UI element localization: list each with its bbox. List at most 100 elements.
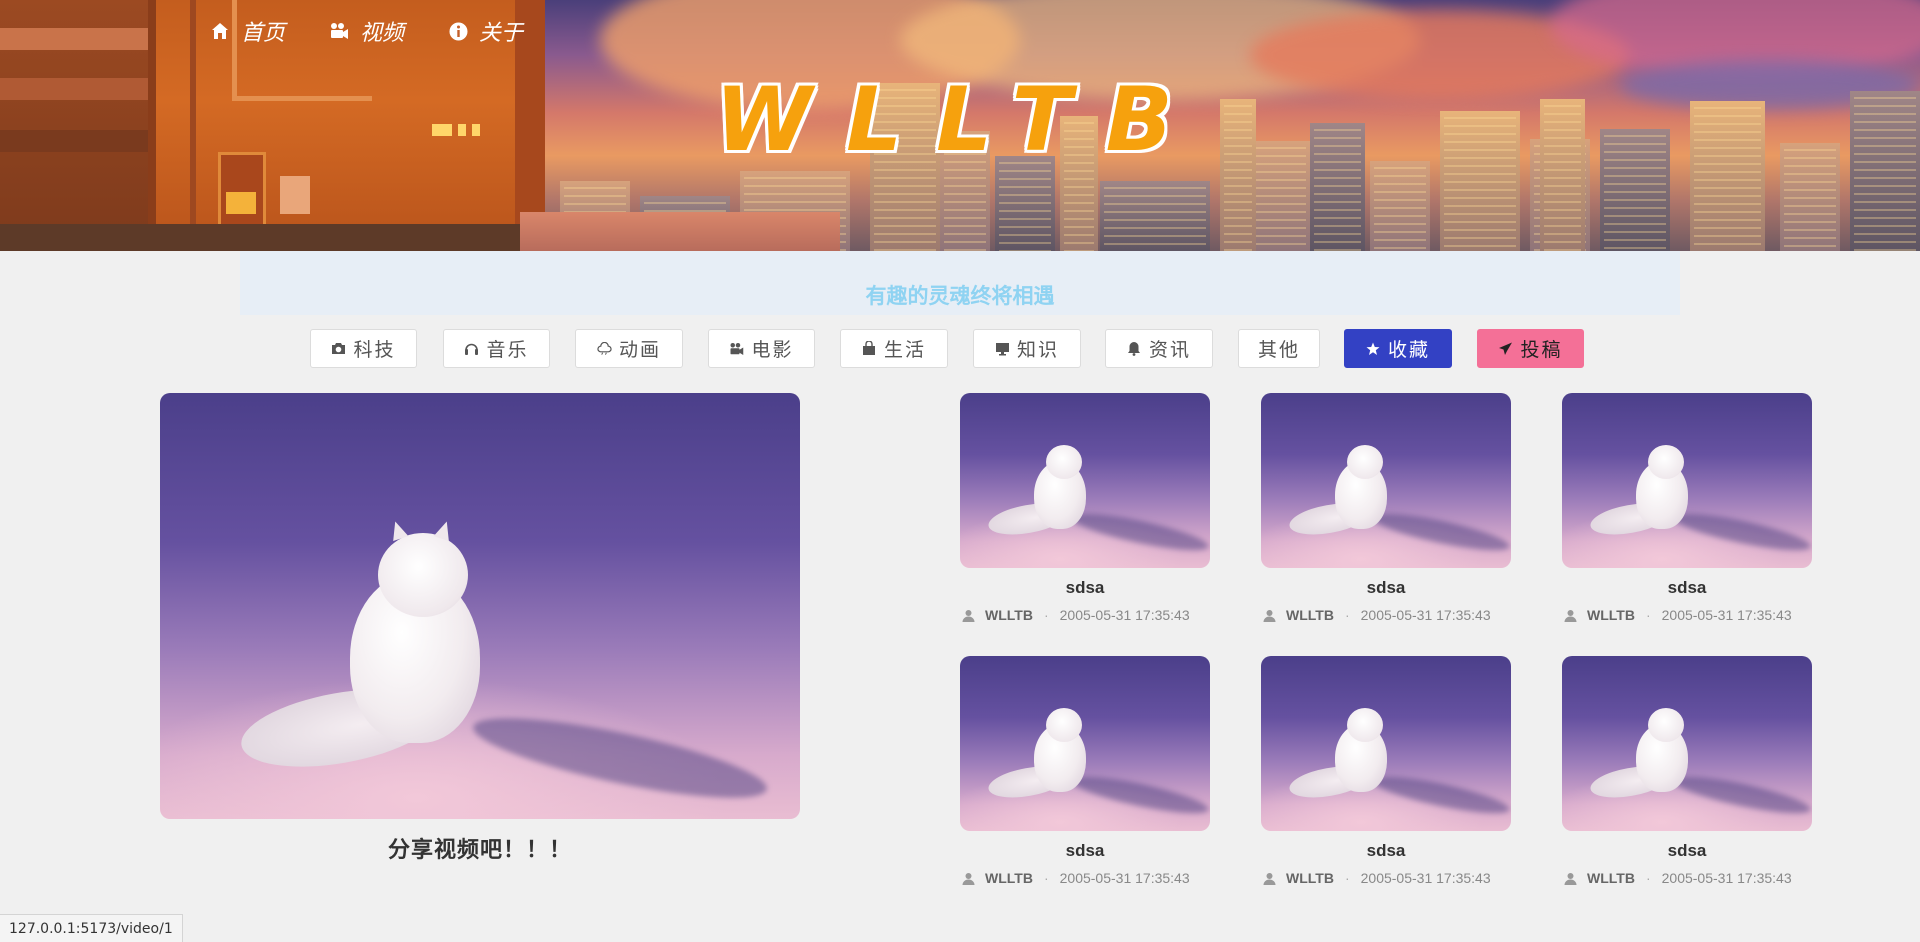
top-nav: 首页 视频 关于 (210, 14, 567, 48)
slogan-bar: 有趣的灵魂终将相遇 (240, 251, 1680, 315)
video-card[interactable]: sdsa WLLTB · 2005-05-31 17:35:43 (1562, 393, 1812, 623)
category-label: 资讯 (1148, 340, 1191, 361)
video-date: 2005-05-31 17:35:43 (1360, 870, 1491, 886)
cloud-icon (597, 341, 612, 356)
category-anime[interactable]: 动画 (575, 329, 683, 368)
star-icon (1366, 341, 1381, 356)
category-other[interactable]: 其他 (1238, 329, 1320, 368)
nav-video-label: 视频 (360, 20, 405, 45)
video-meta: WLLTB · 2005-05-31 17:35:43 (1261, 870, 1511, 886)
meta-separator: · (1344, 870, 1350, 886)
video-author[interactable]: WLLTB (985, 607, 1033, 623)
fox-photo (1261, 393, 1511, 568)
category-knowledge[interactable]: 知识 (973, 329, 1081, 368)
home-icon (210, 21, 230, 41)
user-icon (1263, 609, 1276, 622)
video-meta: WLLTB · 2005-05-31 17:35:43 (1261, 607, 1511, 623)
featured-title[interactable]: 分享视频吧！！！ (160, 832, 800, 864)
browser-status-url: 127.0.0.1:5173/video/1 (0, 914, 183, 942)
category-movie[interactable]: 电影 (708, 329, 815, 368)
user-icon (962, 872, 975, 885)
video-title[interactable]: sdsa (960, 841, 1210, 861)
camera-icon (331, 341, 346, 356)
info-icon (448, 21, 468, 41)
video-date: 2005-05-31 17:35:43 (1059, 607, 1190, 623)
user-icon (1564, 872, 1577, 885)
video-card[interactable]: sdsa WLLTB · 2005-05-31 17:35:43 (1562, 656, 1812, 886)
video-meta: WLLTB · 2005-05-31 17:35:43 (1562, 607, 1812, 623)
nav-about-label: 关于 (479, 20, 524, 45)
user-icon (962, 609, 975, 622)
video-date: 2005-05-31 17:35:43 (1360, 607, 1491, 623)
video-thumbnail[interactable] (960, 656, 1210, 831)
fox-photo (960, 393, 1210, 568)
category-label: 知识 (1016, 340, 1059, 361)
video-thumbnail[interactable] (1562, 656, 1812, 831)
video-author[interactable]: WLLTB (985, 870, 1033, 886)
video-camera-icon (729, 341, 744, 356)
video-thumbnail[interactable] (960, 393, 1210, 568)
video-author[interactable]: WLLTB (1286, 607, 1334, 623)
monitor-icon (995, 341, 1010, 356)
fox-photo (1562, 393, 1812, 568)
video-card[interactable]: sdsa WLLTB · 2005-05-31 17:35:43 (1261, 393, 1511, 623)
category-label: 科技 (353, 340, 396, 361)
category-label: 其他 (1257, 340, 1300, 361)
video-author[interactable]: WLLTB (1587, 607, 1635, 623)
video-camera-icon (329, 21, 349, 41)
video-author[interactable]: WLLTB (1587, 870, 1635, 886)
video-title[interactable]: sdsa (1562, 578, 1812, 598)
featured-video: 分享视频吧！！！ (160, 393, 800, 864)
submit-label: 投稿 (1520, 340, 1563, 361)
video-date: 2005-05-31 17:35:43 (1661, 870, 1792, 886)
category-tech[interactable]: 科技 (310, 329, 417, 368)
fox-photo (960, 656, 1210, 831)
video-title[interactable]: sdsa (960, 578, 1210, 598)
category-music[interactable]: 音乐 (443, 329, 550, 368)
paper-plane-icon (1498, 341, 1513, 356)
video-thumbnail[interactable] (1261, 393, 1511, 568)
video-card[interactable]: sdsa WLLTB · 2005-05-31 17:35:43 (1261, 656, 1511, 886)
category-label: 生活 (883, 340, 926, 361)
video-meta: WLLTB · 2005-05-31 17:35:43 (1562, 870, 1812, 886)
video-author[interactable]: WLLTB (1286, 870, 1334, 886)
meta-separator: · (1344, 607, 1350, 623)
category-life[interactable]: 生活 (840, 329, 948, 368)
meta-separator: · (1043, 607, 1049, 623)
favorites-button[interactable]: 收藏 (1344, 329, 1452, 368)
shopping-bag-icon (862, 341, 877, 356)
video-date: 2005-05-31 17:35:43 (1059, 870, 1190, 886)
video-card[interactable]: sdsa WLLTB · 2005-05-31 17:35:43 (960, 393, 1210, 623)
favorites-label: 收藏 (1387, 340, 1430, 361)
category-label: 动画 (618, 340, 661, 361)
user-icon (1564, 609, 1577, 622)
featured-thumbnail[interactable] (160, 393, 800, 819)
fox-photo (160, 393, 800, 819)
meta-separator: · (1645, 607, 1651, 623)
video-thumbnail[interactable] (1261, 656, 1511, 831)
video-title[interactable]: sdsa (1261, 841, 1511, 861)
meta-separator: · (1043, 870, 1049, 886)
video-meta: WLLTB · 2005-05-31 17:35:43 (960, 607, 1210, 623)
video-thumbnail[interactable] (1562, 393, 1812, 568)
video-title[interactable]: sdsa (1562, 841, 1812, 861)
video-meta: WLLTB · 2005-05-31 17:35:43 (960, 870, 1210, 886)
nav-about[interactable]: 关于 (448, 14, 523, 48)
submit-button[interactable]: 投稿 (1477, 329, 1584, 368)
user-icon (1263, 872, 1276, 885)
site-logo[interactable]: WLLTB (715, 68, 1205, 171)
nav-home[interactable]: 首页 (210, 14, 285, 48)
category-label: 音乐 (486, 340, 529, 361)
slogan-text: 有趣的灵魂终将相遇 (865, 285, 1055, 308)
category-label: 电影 (751, 340, 794, 361)
video-date: 2005-05-31 17:35:43 (1661, 607, 1792, 623)
meta-separator: · (1645, 870, 1651, 886)
category-news[interactable]: 资讯 (1105, 329, 1213, 368)
nav-home-label: 首页 (241, 20, 286, 45)
video-card[interactable]: sdsa WLLTB · 2005-05-31 17:35:43 (960, 656, 1210, 886)
fox-photo (1562, 656, 1812, 831)
nav-video[interactable]: 视频 (329, 14, 404, 48)
bell-icon (1127, 341, 1142, 356)
video-title[interactable]: sdsa (1261, 578, 1511, 598)
fox-photo (1261, 656, 1511, 831)
